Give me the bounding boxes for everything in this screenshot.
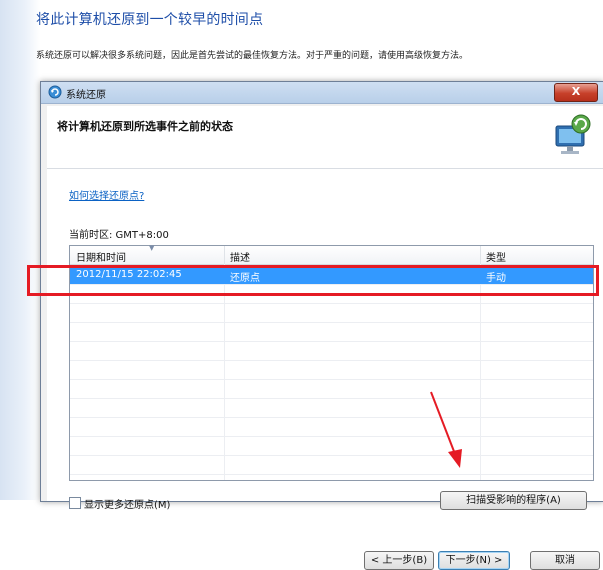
column-header-datetime[interactable]: 日期和时间 xyxy=(76,249,126,264)
column-divider xyxy=(480,246,481,264)
empty-row xyxy=(70,342,593,361)
page-title: 将此计算机还原到一个较早的时间点 xyxy=(36,12,264,28)
dialog-content: 如何选择还原点? 当前时区: GMT+8:00 ▼ 日期和时间 描述 类型 20… xyxy=(47,169,603,570)
page-description: 系统还原可以解决很多系统问题，因此是首先尝试的最佳恢复方法。对于严重的问题，请使… xyxy=(36,51,469,61)
show-more-label: 显示更多还原点(M) xyxy=(84,500,171,511)
back-button[interactable]: < 上一步(B) xyxy=(364,551,434,570)
checkbox-box[interactable] xyxy=(69,497,81,509)
column-header-description[interactable]: 描述 xyxy=(230,249,250,264)
column-header-type[interactable]: 类型 xyxy=(486,249,506,264)
dialog-heading: 将计算机还原到所选事件之前的状态 xyxy=(57,120,233,133)
system-restore-app-icon xyxy=(48,85,62,99)
empty-row xyxy=(70,304,593,323)
sort-arrow-icon: ▼ xyxy=(149,244,155,252)
dialog-header: 将计算机还原到所选事件之前的状态 xyxy=(47,106,603,169)
dialog-title: 系统还原 xyxy=(66,90,106,101)
selection-highlight-annotation xyxy=(27,265,599,296)
help-link[interactable]: 如何选择还原点? xyxy=(69,187,144,202)
timezone-label: 当前时区: GMT+8:00 xyxy=(69,230,169,241)
close-button[interactable]: X xyxy=(554,83,598,102)
show-more-checkbox[interactable]: 显示更多还原点(M) xyxy=(69,496,170,511)
dialog-titlebar[interactable]: 系统还原 X xyxy=(41,82,603,104)
empty-row xyxy=(70,437,593,456)
empty-row xyxy=(70,456,593,475)
scan-affected-programs-button[interactable]: 扫描受影响的程序(A) xyxy=(440,491,587,510)
column-divider xyxy=(224,246,225,264)
table-header: ▼ 日期和时间 描述 类型 xyxy=(70,244,593,265)
cancel-button[interactable]: 取消 xyxy=(530,551,600,570)
empty-row xyxy=(70,361,593,380)
empty-row xyxy=(70,380,593,399)
background-gradient xyxy=(0,0,40,500)
restore-monitor-icon xyxy=(555,114,591,154)
empty-row xyxy=(70,323,593,342)
next-button[interactable]: 下一步(N) > xyxy=(438,551,510,570)
empty-row xyxy=(70,399,593,418)
empty-row xyxy=(70,418,593,437)
